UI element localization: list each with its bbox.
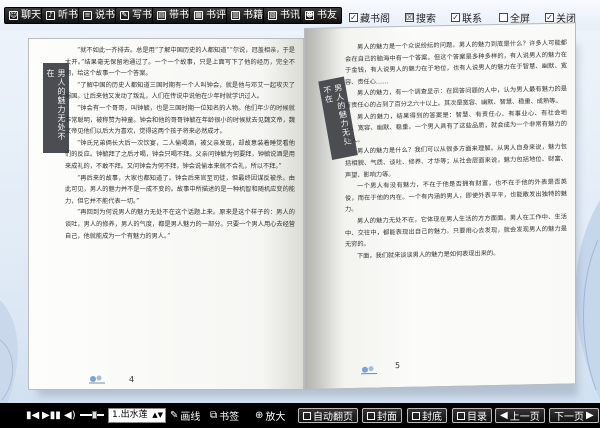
pencil-icon: ✎	[170, 410, 179, 421]
left-page[interactable]: 男人的魅力无处不在 “就不如此一齐排去。总是用“了解中国历史的人都知道”“尔说，…	[28, 38, 304, 390]
books-icon: ▥	[231, 11, 240, 20]
search-checkbox[interactable]: ☒ 搜索	[405, 10, 436, 25]
volume-button[interactable]: ◀)	[64, 408, 76, 423]
tell-book-button[interactable]: ≡ 说书	[78, 7, 120, 24]
next-icon: ▶	[586, 410, 594, 421]
book-news-button[interactable]: ▧ 书讯	[263, 7, 305, 24]
review-icon: ▦	[194, 11, 203, 20]
bookmark-icon: ⧉	[210, 410, 218, 421]
carry-book-button[interactable]: ▤ 带书	[152, 7, 194, 24]
contact-checkbox[interactable]: ✓ 联系	[451, 10, 482, 25]
auto-flip-button[interactable]: 自动翻页	[298, 408, 358, 423]
next-page-button[interactable]: 下一页 ▶	[549, 408, 599, 423]
books-button[interactable]: ▥ 书籍	[226, 7, 268, 24]
volume-slider-knob[interactable]	[92, 411, 97, 419]
autoflip-icon	[303, 411, 311, 420]
write-book-button[interactable]: ✎ 写书	[115, 7, 157, 24]
right-page-text: 男人的魅力是一个众说纷纭的问题。男人的魅力到底是什么？许多人可能都会在自己的脑海…	[345, 39, 567, 260]
previous-page-button[interactable]: ◀ 上一页	[495, 408, 545, 423]
bottom-toolbar: ▮◀ ▶▮▮ ◀) 1.出水莲 ▲▼ ✎ 画线 ⧉ 书签 ⊕ 放大 自动翻页 封…	[0, 403, 600, 428]
left-page-text: “就不如此一齐排去。总是用“了解中国历史的人都知道”“尔说，冠盖相亲，于是大开。…	[65, 47, 295, 240]
left-page-number: 4	[129, 375, 135, 384]
speaker-icon: ◀)	[64, 410, 76, 421]
toc-icon	[457, 411, 465, 420]
checkbox-checked-icon: ✓	[545, 13, 554, 22]
track-select[interactable]: 1.出水莲 ▲▼	[108, 408, 166, 423]
cover-button[interactable]: 封面	[362, 408, 402, 423]
listen-book-button[interactable]: ♪ 听书	[41, 7, 83, 24]
flower-ornament-icon	[361, 366, 377, 375]
checkbox-checked-icon: ✓	[451, 13, 460, 22]
news-icon: ▧	[268, 11, 277, 20]
headphones-icon: ♪	[46, 11, 55, 20]
backcover-icon	[412, 411, 420, 420]
prev-track-icon: ▮◀	[26, 410, 40, 421]
volume-slider[interactable]	[80, 411, 104, 419]
chevron-down-icon: ▲▼	[152, 411, 163, 419]
book-spread: 男人的魅力无处不在 “就不如此一齐排去。总是用“了解中国历史的人都知道”“尔说，…	[28, 22, 578, 396]
chat-icon: ☺	[9, 11, 18, 20]
book-review-button[interactable]: ▦ 书评	[189, 7, 231, 24]
toc-button[interactable]: 目录	[452, 408, 492, 423]
back-cover-button[interactable]: 封底	[407, 408, 447, 423]
play-pause-button[interactable]: ▶▮▮	[42, 408, 61, 423]
zoom-icon: ⊕	[255, 410, 264, 421]
play-button[interactable]: ▮◀	[26, 408, 39, 423]
checkbox-icon: ☒	[405, 13, 414, 22]
play-icon: ▶▮▮	[42, 410, 61, 421]
flower-ornament-icon	[89, 375, 105, 384]
right-page-number: 5	[395, 360, 401, 371]
speech-icon: ≡	[83, 11, 92, 20]
pen-icon: ✎	[120, 11, 129, 20]
book-friends-button[interactable]: ☻ 书友	[300, 7, 342, 24]
flower-decoration	[0, 300, 18, 410]
checkbox-icon	[499, 13, 508, 22]
bookmark-button[interactable]: ⧉ 书签	[210, 408, 239, 423]
draw-line-button[interactable]: ✎ 画线	[170, 408, 200, 423]
zoom-button[interactable]: ⊕ 放大	[255, 408, 285, 423]
cover-icon	[367, 411, 375, 420]
prev-icon: ◀	[500, 410, 508, 421]
friends-icon: ☻	[305, 11, 314, 20]
right-page[interactable]: 男人的魅力无处不在 男人的魅力是一个众说纷纭的问题。男人的魅力到底是什么？许多人…	[304, 22, 576, 391]
book-carry-icon: ▤	[157, 11, 166, 20]
chat-button[interactable]: ☺ 聊天	[4, 7, 46, 24]
library-checkbox[interactable]: ✓ 藏书阁	[349, 10, 390, 25]
checkbox-checked-icon: ✓	[349, 13, 358, 22]
